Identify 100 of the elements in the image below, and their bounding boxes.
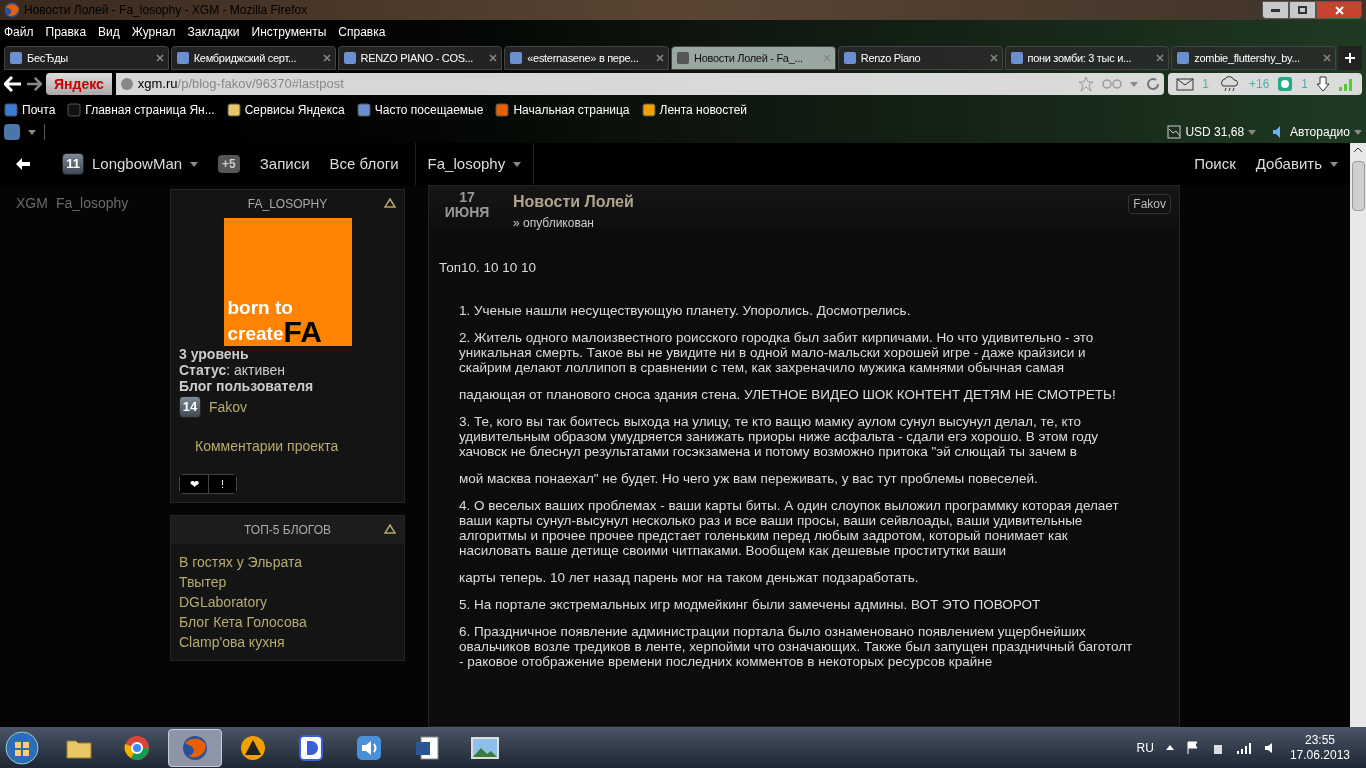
nav-link[interactable]: Поиск: [1194, 152, 1236, 176]
browser-tab[interactable]: Новости Лолей - Fa_...: [671, 46, 836, 70]
menu-item[interactable]: Закладки: [187, 23, 240, 41]
caret-icon: [1354, 129, 1362, 135]
page-icon: [1176, 51, 1191, 65]
caret-icon: [1130, 81, 1139, 87]
flag-icon[interactable]: [1185, 740, 1200, 755]
menu-item[interactable]: Правка: [45, 23, 87, 41]
document-icon: [414, 734, 440, 761]
status-text: Статус: активен: [179, 362, 287, 378]
blog-link[interactable]: В гостях у Эльрата: [179, 552, 396, 572]
nav-link[interactable]: Записи: [259, 152, 310, 176]
close-icon[interactable]: [656, 54, 664, 62]
bookmark-link[interactable]: Сервисы Яндекса: [226, 100, 345, 119]
page-icon: [9, 51, 23, 65]
forward-arrow-icon[interactable]: [26, 77, 42, 91]
caret-icon: [1248, 129, 1257, 135]
close-icon[interactable]: [155, 54, 164, 62]
tab-label: Renzo Piano: [860, 50, 922, 66]
close-icon: [1334, 5, 1344, 15]
owner-label: Блог пользователя: [179, 378, 315, 394]
blog-link[interactable]: Блог Кета Голосова: [179, 612, 396, 632]
action-button[interactable]: !: [208, 475, 236, 493]
envelope-icon[interactable]: [1176, 77, 1195, 91]
breadcrumb-link[interactable]: XGM: [16, 193, 48, 214]
signal-bars-icon[interactable]: [1235, 741, 1252, 754]
close-button[interactable]: [1316, 1, 1362, 19]
browser-tab[interactable]: пони зомби: 3 тыс и...: [1004, 46, 1170, 70]
bookmark-link[interactable]: Лента новостей: [641, 100, 748, 119]
menu-item[interactable]: Вид: [98, 23, 120, 41]
collapse-icon[interactable]: [384, 198, 396, 208]
action-button[interactable]: ❤: [180, 475, 208, 493]
browser-tab[interactable]: zombie_fluttershy_by...: [1171, 46, 1336, 70]
bookmark-link[interactable]: Главная страница Ян...: [67, 100, 215, 119]
menu-item[interactable]: Справка: [338, 23, 386, 41]
star-icon[interactable]: [1078, 76, 1095, 92]
close-icon[interactable]: [1156, 54, 1165, 62]
page-icon: [1009, 51, 1024, 65]
close-icon[interactable]: [989, 54, 998, 62]
article-paragraph: карты теперь. 10 лет назад парень мог на таком деньжат подзаработать.: [458, 570, 920, 585]
minimize-button[interactable]: [1262, 1, 1289, 19]
close-icon[interactable]: [1323, 54, 1331, 62]
blog-menu[interactable]: Fa_losophy: [427, 152, 506, 176]
article-paragraph: 6. Праздничное появление администрации портала было ознаменовано появлением ущербнейших овальчиков возле тредиков в ленте, херпойми что означающих. Также был запущен праздничный баготолт - раковое отображение времени последних комментов в некоторых ресурсов крайне: [458, 624, 1134, 669]
browser-tab[interactable]: «esternasene» в пере...: [504, 46, 669, 70]
nav-link[interactable]: Все блоги: [329, 152, 399, 176]
bookmark-link[interactable]: Часто посещаемые: [356, 100, 484, 119]
caret-up-icon[interactable]: [1165, 745, 1174, 750]
browser-tab[interactable]: RENZO PIANO - COS...: [337, 46, 503, 70]
bookmark-link[interactable]: Почта: [4, 100, 56, 119]
tab-label: пони зомби: 3 тыс и...: [1027, 50, 1133, 66]
article-status: » опубликован: [513, 215, 595, 232]
browser-tab[interactable]: БесЂды: [4, 46, 169, 70]
collapse-icon[interactable]: [384, 524, 396, 534]
bookmark-icon: [356, 102, 371, 117]
owner-link[interactable]: Fakov: [209, 399, 248, 415]
tab-label: БесЂды: [27, 50, 69, 66]
add-menu[interactable]: Добавить: [1255, 152, 1322, 176]
back-arrow-icon[interactable]: [16, 158, 30, 170]
notification-count[interactable]: +5: [218, 155, 240, 173]
close-icon[interactable]: [489, 54, 498, 62]
currency-rate[interactable]: USD 31,68: [1185, 123, 1245, 141]
back-arrow-icon[interactable]: [4, 76, 22, 92]
breadcrumb-link[interactable]: Fa_losophy: [55, 193, 129, 214]
browser-tab[interactable]: Кембриджский серт...: [170, 46, 336, 70]
start-orb-icon[interactable]: [4, 729, 40, 766]
url-field[interactable]: xgm.ru/p/blog-fakov/96370#lastpost: [115, 73, 1165, 95]
blog-link[interactable]: Твытер: [179, 572, 396, 592]
radio-station[interactable]: Авторадио: [1290, 123, 1350, 141]
user-level-badge: 11: [62, 153, 84, 175]
new-tab-button[interactable]: [1338, 46, 1362, 70]
article-paragraph: 2. Житель одного малоизвестного роисского городка был забит кирпичами. Но что удивительно - это уникальная смерть. Такое вы не увидите ни в одной мало-мальски хорошей игре - даже крайзиси и скайрим делают лоллипоп в сравнении с тем, как захреначило мужика камнями обычная самая: [458, 330, 1095, 375]
comments-link[interactable]: Комментарии проекта: [195, 438, 396, 454]
page-icon: [676, 51, 690, 65]
tab-label: zombie_fluttershy_by...: [1194, 50, 1301, 66]
window-title: Новости Лолей - Fa_losophy - XGM - Mozilla Firefox: [24, 2, 308, 19]
maximize-button[interactable]: [1289, 1, 1316, 19]
menu-item[interactable]: Файл: [4, 23, 34, 41]
scroll-thumb[interactable]: [1351, 161, 1365, 211]
level-text: 3 уровень: [179, 346, 250, 362]
browser-tab[interactable]: Renzo Piano: [837, 46, 1003, 70]
article-paragraph: 4. О веселых ваших проблемах - ваши карты биты. А один слоупок выложил программку которая делает ваши карты сунул-высунул несколько раз и все ваши просы, ваши сейвлоады, ваши удивительные алгоритмы и прочее прочее предстает голеньким перед любым задротом, который понимает как насиловать ваше детище своими читпаками. Вообщем как дешевые проститутки ваши: [458, 498, 1120, 558]
page-icon: [175, 51, 190, 65]
landscape-icon: [471, 736, 499, 759]
reload-icon[interactable]: [1146, 77, 1161, 91]
article-paragraph: 1. Ученые нашли несуществующую планету. Упоролись. Досмотрелись.: [458, 303, 912, 318]
date-month: ИЮНЯ: [444, 205, 490, 220]
menu-item[interactable]: Инструменты: [251, 23, 327, 41]
close-icon[interactable]: [322, 54, 331, 62]
blog-link[interactable]: DGLaboratory: [179, 592, 396, 612]
blog-link[interactable]: Clamp'ова кухня: [179, 632, 396, 652]
page-icon: [342, 51, 357, 65]
download-arrow-icon[interactable]: [1316, 76, 1330, 92]
globe-icon: [119, 77, 134, 91]
bookmark-link[interactable]: Начальная страница: [495, 100, 630, 119]
language-indicator[interactable]: RU: [1136, 738, 1154, 757]
author-tag[interactable]: Fakov: [1128, 194, 1171, 214]
user-menu[interactable]: LongbowMan: [92, 152, 183, 176]
bookmark-icon: [641, 102, 656, 117]
menu-item[interactable]: Журнал: [131, 23, 176, 41]
